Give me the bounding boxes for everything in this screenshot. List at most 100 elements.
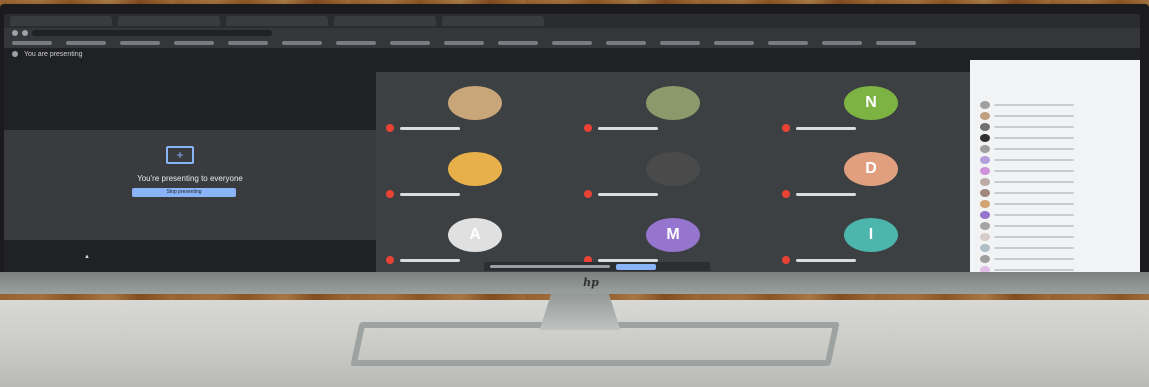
people-avatar [980,255,990,263]
people-list-item[interactable] [980,210,1074,220]
people-avatar [980,178,990,186]
bookmark[interactable] [606,41,646,45]
mic-off-icon [782,190,790,198]
bookmark[interactable] [228,41,268,45]
bookmark[interactable] [282,41,322,45]
participant-avatar: A [448,218,502,252]
participant-tile[interactable]: A [376,204,574,270]
participant-avatar [448,86,502,120]
people-list-item[interactable] [980,265,1074,272]
people-name [994,170,1074,172]
people-list-item[interactable] [980,254,1074,264]
url-field[interactable] [32,30,272,36]
mouse-cursor-icon: ▲ [84,254,90,260]
browser-tab[interactable] [442,16,544,26]
participant-name-row [386,124,460,132]
people-name [994,269,1074,271]
people-avatar [980,156,990,164]
participant-tile[interactable]: M [574,204,772,270]
toast-text [490,265,610,268]
bookmark[interactable] [66,41,106,45]
presenting-message: You're presenting to everyone [137,174,243,183]
bookmark[interactable] [498,41,538,45]
brand-logo: hp [583,276,599,289]
mic-off-icon [782,256,790,264]
toast-button[interactable] [616,263,656,270]
browser-tab[interactable] [10,16,112,26]
participant-name-row [386,190,460,198]
people-avatar [980,145,990,153]
people-list-item[interactable] [980,155,1074,165]
monitor: You are presenting + You're presenting t… [0,4,1149,294]
bookmark[interactable] [444,41,484,45]
mic-off-icon [584,124,592,132]
people-avatar [980,233,990,241]
bookmark[interactable] [120,41,160,45]
people-avatar [980,200,990,208]
bookmark[interactable] [768,41,808,45]
people-avatar [980,189,990,197]
participant-name [796,126,856,130]
people-name [994,137,1074,139]
participant-tile[interactable] [574,138,772,204]
participant-tile[interactable] [376,138,574,204]
browser-tab-bar [4,14,1140,28]
participant-name [598,126,658,130]
people-list-item[interactable] [980,243,1074,253]
bookmark[interactable] [336,41,376,45]
stop-presenting-button[interactable]: Stop presenting [132,188,236,197]
participant-tile[interactable]: N [772,72,970,138]
participant-name-row [782,256,856,264]
people-avatar [980,244,990,252]
people-list-item[interactable] [980,166,1074,176]
people-avatar [980,211,990,219]
participant-avatar: D [844,152,898,186]
people-list-item[interactable] [980,122,1074,132]
participant-tile[interactable] [574,72,772,138]
people-name [994,247,1074,249]
bookmark[interactable] [822,41,862,45]
participant-name-row [782,124,856,132]
participant-tile[interactable]: I [772,204,970,270]
bookmark[interactable] [12,41,52,45]
forward-icon[interactable] [22,30,28,36]
participant-name [796,192,856,196]
bookmark[interactable] [174,41,214,45]
browser-tab[interactable] [226,16,328,26]
participant-avatar [448,152,502,186]
people-list-item[interactable] [980,111,1074,121]
people-name [994,203,1074,205]
participant-name [796,258,856,262]
people-list-item[interactable] [980,177,1074,187]
browser-tab[interactable] [118,16,220,26]
people-name [994,192,1074,194]
mic-off-icon [386,190,394,198]
people-list-item[interactable] [980,144,1074,154]
bookmark[interactable] [552,41,592,45]
back-icon[interactable] [12,30,18,36]
people-list-item[interactable] [980,221,1074,231]
people-list-item[interactable] [980,232,1074,242]
participant-tile[interactable] [376,72,574,138]
people-name [994,181,1074,183]
people-list-item[interactable] [980,188,1074,198]
participant-name-row [386,256,460,264]
people-avatar [980,112,990,120]
people-list-item[interactable] [980,100,1074,110]
participant-avatar [646,152,700,186]
mic-off-icon [386,124,394,132]
participant-name-row [584,124,658,132]
browser-tab[interactable] [334,16,436,26]
bookmark[interactable] [390,41,430,45]
bookmark[interactable] [876,41,916,45]
bookmark[interactable] [660,41,700,45]
participant-name [400,192,460,196]
people-list-item[interactable] [980,199,1074,209]
people-avatar [980,101,990,109]
participant-tile[interactable]: D [772,138,970,204]
participant-name-row [782,190,856,198]
bookmark[interactable] [714,41,754,45]
people-list-item[interactable] [980,133,1074,143]
people-avatar [980,123,990,131]
participant-name [598,192,658,196]
